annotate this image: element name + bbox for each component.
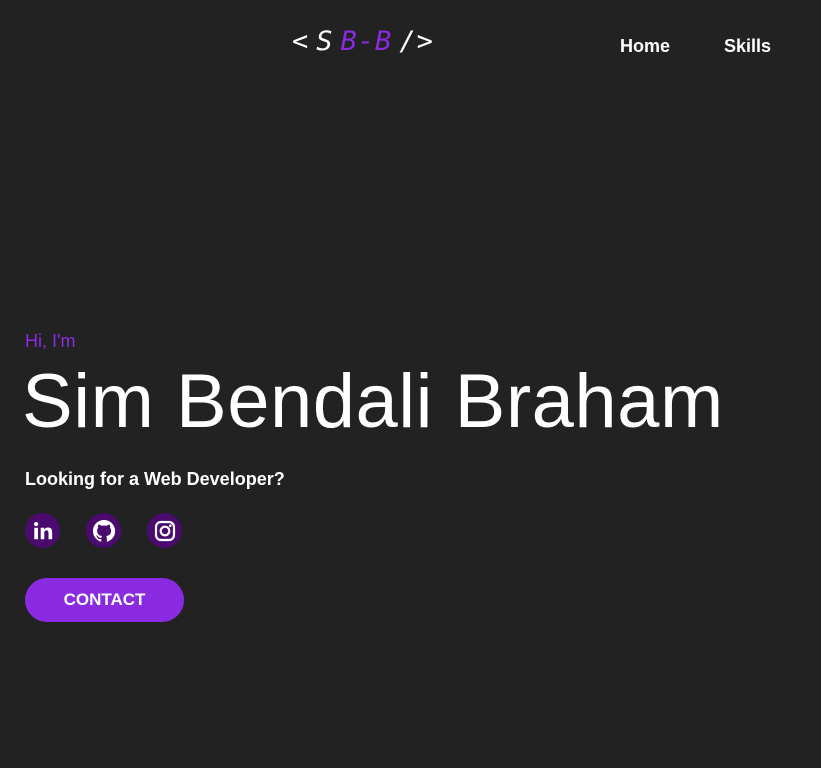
main-nav: Home Skills xyxy=(620,34,771,58)
site-logo[interactable]: < S B-B /> xyxy=(292,26,434,58)
hero-tagline: Looking for a Web Developer? xyxy=(25,469,285,489)
page: < S B-B /> Home Skills Hi, I'm Sim Benda… xyxy=(0,0,821,768)
logo-close-bracket: /> xyxy=(399,26,434,57)
social-links xyxy=(25,513,182,548)
instagram-icon xyxy=(153,519,177,543)
logo-open-bracket: < xyxy=(292,26,310,57)
hero-greeting: Hi, I'm xyxy=(25,331,76,351)
linkedin-link[interactable] xyxy=(25,513,60,548)
hero-name: Sim Bendali Braham xyxy=(22,359,724,444)
github-link[interactable] xyxy=(86,513,121,548)
github-icon xyxy=(91,518,117,544)
linkedin-icon xyxy=(32,520,54,542)
nav-link-home[interactable]: Home xyxy=(620,34,670,58)
instagram-link[interactable] xyxy=(147,513,182,548)
logo-initial: S xyxy=(316,26,334,57)
nav-link-skills[interactable]: Skills xyxy=(724,34,771,58)
logo-purple-initials: B-B xyxy=(340,26,393,57)
contact-button[interactable]: CONTACT xyxy=(25,578,184,622)
